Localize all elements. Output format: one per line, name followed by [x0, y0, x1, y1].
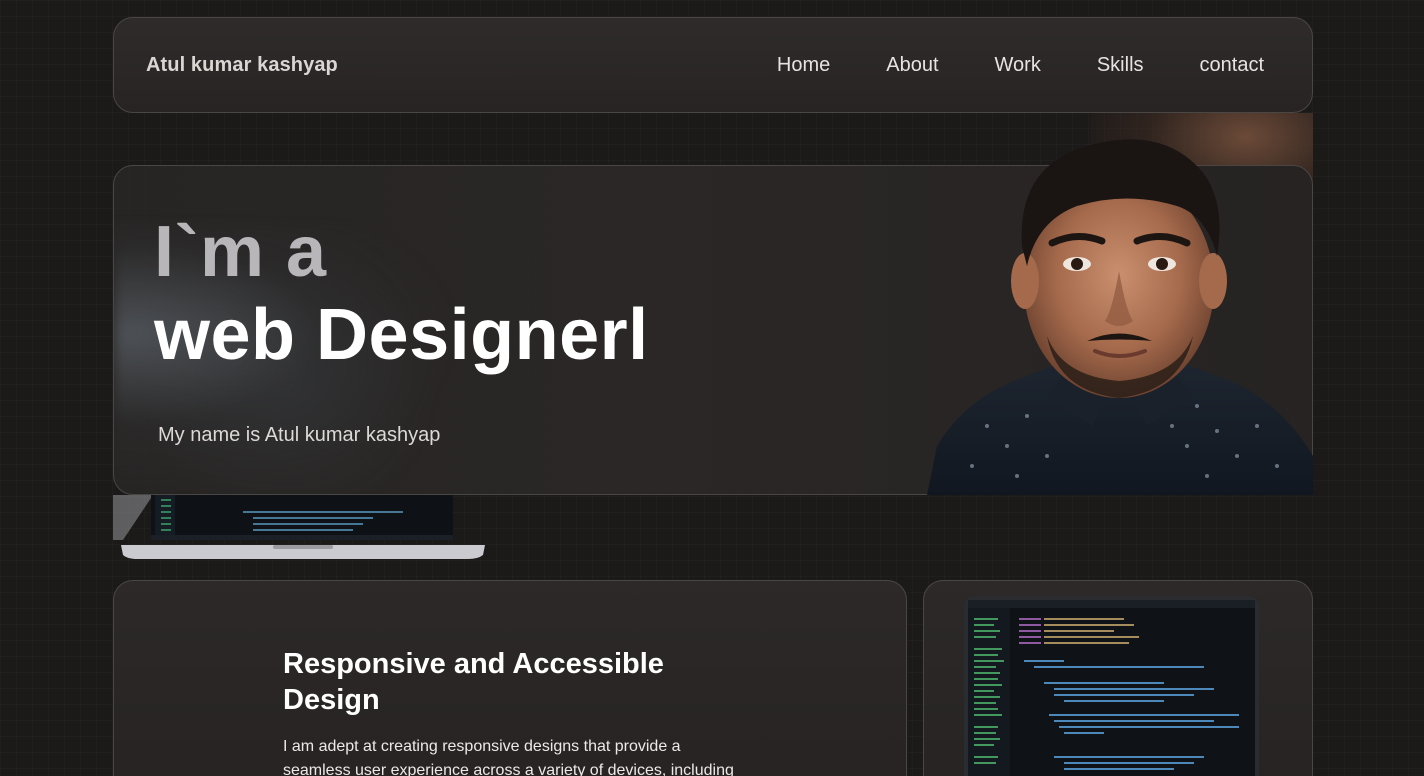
nav-link-work[interactable]: Work [995, 54, 1041, 77]
hero-subtitle: My name is Atul kumar kashyap [158, 424, 441, 446]
feature-title: Responsive and Accessible Design [283, 648, 664, 716]
portrait-image [927, 126, 1313, 495]
nav-link-home[interactable]: Home [777, 54, 830, 77]
nav-link-about[interactable]: About [886, 54, 938, 77]
code-card [923, 580, 1313, 776]
nav-link-contact[interactable]: contact [1200, 54, 1264, 77]
feature-card: Responsive and Accessible Design I am ad… [113, 580, 907, 776]
code-editor-image [964, 596, 1259, 776]
hero-heading-role: web Designerl [154, 295, 649, 375]
laptop-code-image [113, 495, 488, 560]
navbar: Atul kumar kashyap Home About Work Skill… [113, 17, 1313, 113]
feature-description: I am adept at creating responsive design… [283, 738, 734, 776]
hero-heading-intro: I`m a [154, 212, 328, 292]
nav-links: Home About Work Skills contact [777, 54, 1264, 77]
brand-name[interactable]: Atul kumar kashyap [146, 54, 338, 77]
nav-link-skills[interactable]: Skills [1097, 54, 1144, 77]
